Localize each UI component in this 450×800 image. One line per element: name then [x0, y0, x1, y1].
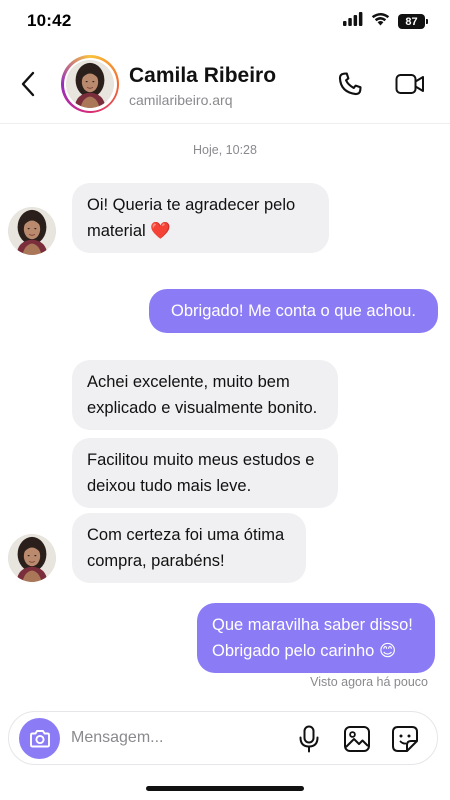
sticker-button[interactable] [389, 723, 421, 755]
contact-name[interactable]: Camila Ribeiro [129, 64, 276, 88]
signal-icon [343, 12, 363, 31]
message-text: Que maravilha saber disso! Obrigado pelo… [212, 616, 413, 660]
message-bubble[interactable]: Achei excelente, muito bem explicado e v… [72, 360, 338, 430]
message-text: Oi! Queria te agradecer pelo material ❤️ [87, 196, 296, 240]
sender-avatar[interactable] [8, 207, 56, 255]
camera-button[interactable] [19, 718, 60, 759]
back-button[interactable] [14, 66, 42, 102]
message-bubble[interactable]: Obrigado! Me conta o que achou. [149, 289, 438, 333]
message-text: Com certeza foi uma ótima compra, parabé… [87, 526, 285, 570]
avatar-image [66, 60, 114, 108]
contact-avatar[interactable] [61, 55, 119, 113]
video-call-button[interactable] [393, 68, 427, 100]
date-stamp: Hoje, 10:28 [193, 143, 257, 157]
voice-call-button[interactable] [334, 68, 366, 100]
gallery-button[interactable] [341, 723, 373, 755]
video-camera-icon [395, 74, 424, 94]
message-bubble[interactable]: Facilitou muito meus estudos e deixou tu… [72, 438, 338, 508]
sender-avatar[interactable] [8, 534, 56, 582]
voice-message-button[interactable] [293, 723, 325, 755]
message-bubble[interactable]: Oi! Queria te agradecer pelo material ❤️ [72, 183, 329, 253]
message-bubble[interactable]: Que maravilha saber disso! Obrigado pelo… [197, 603, 435, 673]
status-time: 10:42 [27, 11, 72, 30]
camera-icon [29, 729, 50, 747]
image-icon [344, 726, 370, 752]
wifi-icon [371, 12, 390, 31]
message-input[interactable] [71, 724, 281, 752]
battery-icon: 87 [398, 14, 428, 29]
back-arrow-icon [21, 71, 35, 97]
message-bubble[interactable]: Com certeza foi uma ótima compra, parabé… [72, 513, 306, 583]
message-composer [8, 711, 438, 765]
phone-icon [338, 72, 362, 96]
chat-header: Camila Ribeiro camilaribeiro.arq [0, 44, 450, 124]
message-text: Facilitou muito meus estudos e deixou tu… [87, 451, 315, 495]
microphone-icon [299, 725, 319, 753]
battery-level: 87 [398, 14, 425, 29]
status-bar: 10:42 87 [0, 0, 450, 44]
contact-handle: camilaribeiro.arq [129, 92, 233, 108]
message-text: Obrigado! Me conta o que achou. [171, 302, 416, 320]
sticker-icon [392, 726, 418, 752]
home-indicator[interactable] [146, 786, 304, 791]
status-icons: 87 [343, 12, 428, 31]
message-text: Achei excelente, muito bem explicado e v… [87, 373, 318, 417]
seen-status: Visto agora há pouco [310, 675, 428, 689]
